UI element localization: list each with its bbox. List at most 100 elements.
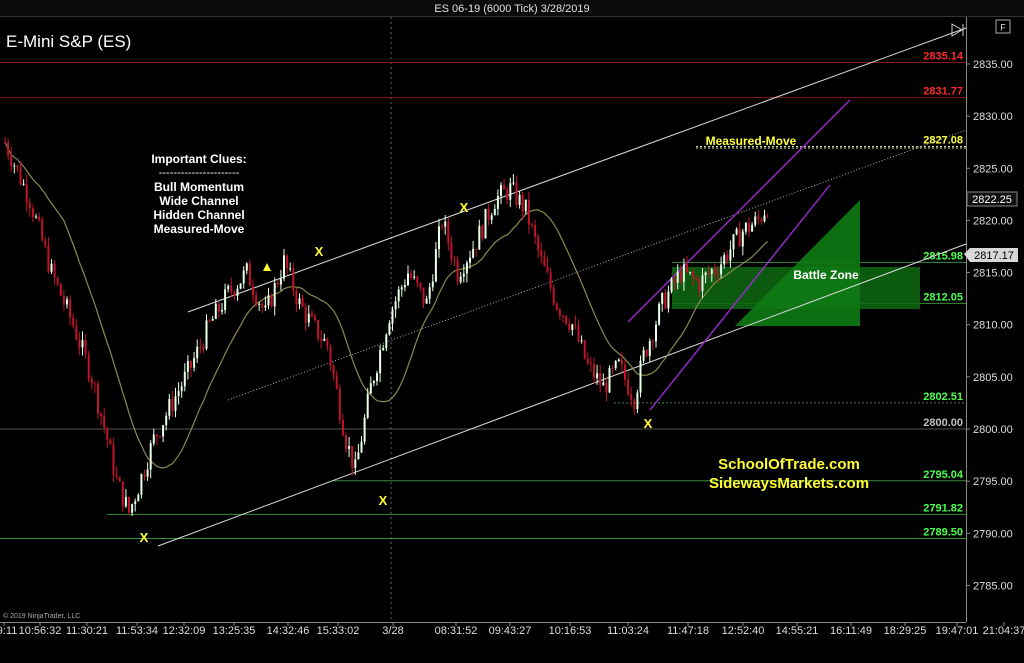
candle-up: [741, 231, 744, 247]
candle-down: [338, 388, 341, 420]
measured-move-label: Measured-Move: [706, 134, 797, 148]
candle-down: [419, 282, 422, 288]
candle-down: [53, 263, 56, 278]
x-tick-label: 11:47:18: [667, 625, 709, 637]
candle-down: [155, 434, 158, 437]
candle-down: [583, 340, 586, 359]
candle-up: [264, 305, 267, 308]
candle-up: [701, 275, 704, 292]
candle-up: [382, 348, 385, 351]
candle-down: [453, 259, 456, 261]
candle-down: [422, 287, 425, 304]
swing-x-marker: X: [644, 416, 653, 431]
candle-down: [106, 427, 109, 441]
y-tick-label: 2790.00: [973, 528, 1013, 540]
candle-up: [490, 215, 493, 220]
price-level-label: 2827.08: [923, 135, 963, 147]
candle-up: [323, 338, 326, 341]
candle-down: [286, 255, 289, 269]
candle-down: [726, 254, 729, 261]
candle-up: [245, 263, 248, 271]
candle-down: [90, 379, 93, 384]
candle-up: [397, 289, 400, 302]
candle-up: [376, 373, 378, 381]
candle-down: [31, 208, 34, 218]
candle-up: [165, 415, 168, 426]
candle-down: [314, 316, 316, 320]
candle-down: [44, 240, 47, 246]
candle-up: [648, 340, 651, 356]
candle-up: [444, 221, 447, 227]
y-tick-label: 2830.00: [973, 111, 1013, 123]
candle-up: [608, 367, 611, 393]
candle-up: [493, 208, 496, 216]
candle-up: [242, 270, 245, 284]
x-tick-label: 10:56:32: [19, 625, 62, 637]
x-tick-label: 21:04:37: [983, 625, 1024, 637]
candle-up: [35, 216, 37, 218]
x-tick-label: 12:32:09: [163, 625, 206, 637]
candle-down: [292, 268, 295, 291]
candle-down: [441, 226, 444, 228]
candle-down: [320, 338, 323, 341]
x-tick-label: 13:25:35: [213, 625, 256, 637]
candle-down: [487, 208, 490, 220]
y-tick-label: 2805.00: [973, 372, 1013, 384]
candle-down: [326, 338, 329, 347]
candle-up: [137, 494, 140, 502]
candle-down: [555, 303, 558, 310]
site-label-sideways: SidewaysMarkets.com: [709, 475, 869, 492]
candle-down: [351, 445, 354, 468]
candle-down: [574, 324, 577, 326]
candle-up: [289, 268, 292, 270]
candle-up: [221, 309, 223, 312]
candle-up: [431, 281, 434, 288]
candle-up: [211, 318, 214, 321]
candle-up: [425, 298, 428, 304]
marker-price-label: 2817.17: [974, 250, 1014, 262]
candle-up: [438, 226, 440, 250]
candle-up: [124, 497, 127, 507]
candle-down: [217, 303, 220, 312]
candle-up: [710, 269, 713, 274]
candle-down: [481, 225, 484, 239]
candle-down: [757, 216, 760, 220]
candle-up: [174, 396, 177, 411]
candle-down: [295, 290, 298, 305]
candle-up: [307, 313, 310, 323]
candle-down: [562, 315, 564, 317]
candle-up: [413, 276, 416, 278]
candle-down: [25, 183, 28, 203]
y-tick-label: 2800.00: [973, 424, 1013, 436]
candle-down: [546, 266, 549, 273]
candle-up: [273, 283, 276, 307]
candle-up: [658, 303, 661, 325]
candle-up: [428, 287, 431, 299]
x-tick-label: 14:32:46: [267, 625, 310, 637]
candle-down: [10, 155, 13, 167]
candle-down: [159, 436, 161, 438]
candle-up: [13, 165, 16, 167]
candle-up: [571, 324, 574, 330]
candle-up: [146, 469, 149, 477]
candle-down: [171, 398, 174, 411]
candle-up: [744, 222, 747, 232]
candle-up: [512, 182, 515, 184]
candle-down: [261, 303, 264, 308]
candle-up: [22, 183, 25, 185]
y-tick-label: 2810.00: [973, 320, 1013, 332]
candle-up: [283, 255, 285, 279]
candle-up: [459, 276, 462, 282]
candle-down: [255, 295, 258, 305]
candle-down: [252, 285, 254, 296]
candle-up: [407, 273, 409, 286]
current-price-tag: 2822.25: [966, 191, 1018, 207]
candle-down: [87, 353, 90, 380]
candle-up: [524, 199, 527, 212]
clues-heading: Important Clues:: [151, 152, 246, 166]
candle-up: [689, 271, 692, 273]
candle-up: [360, 441, 363, 453]
candle-down: [748, 222, 750, 232]
candle-up: [363, 417, 366, 442]
x-tick-label: 10:16:53: [549, 625, 592, 637]
